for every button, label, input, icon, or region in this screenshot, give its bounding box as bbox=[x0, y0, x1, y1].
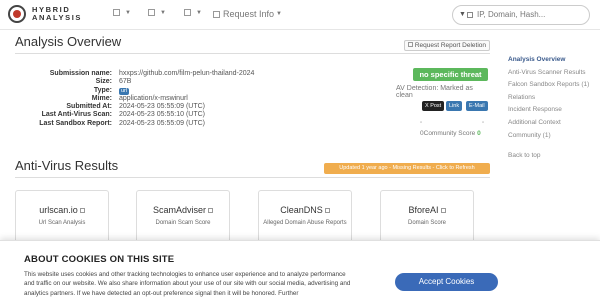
chevron-down-icon: ▼ bbox=[276, 11, 282, 17]
divider bbox=[15, 53, 490, 54]
detail-row: Submission name: hxxps://github.com/film… bbox=[49, 70, 255, 77]
sidebar-item-community[interactable]: Community (1) bbox=[508, 130, 600, 143]
share-x-button[interactable]: X Post bbox=[422, 101, 445, 111]
verdict-badge: no specific threat bbox=[413, 68, 488, 81]
info-icon bbox=[79, 208, 85, 214]
info-icon bbox=[208, 208, 213, 214]
refresh-results-button[interactable]: Updated 1 year ago - Missing Results - C… bbox=[324, 163, 490, 174]
menu-icon bbox=[113, 9, 120, 16]
downvote-icon[interactable]: ▫ bbox=[420, 120, 422, 126]
request-deletion-button[interactable]: Request Report Deletion bbox=[403, 40, 490, 51]
chevron-down-icon: ▼ bbox=[196, 9, 202, 16]
main-content: Analysis Overview Request Report Deletio… bbox=[15, 34, 490, 250]
divider bbox=[15, 177, 490, 178]
upvote-icon[interactable]: ▫ bbox=[482, 120, 484, 126]
av-detection-text: AV Detection: Marked as clean bbox=[396, 85, 473, 99]
nav-menu-1[interactable]: ▼ bbox=[113, 9, 131, 16]
accept-cookies-button[interactable]: Accept Cookies bbox=[395, 273, 498, 291]
detail-row: Last Sandbox Report: 2024-05-23 05:55:09… bbox=[39, 119, 205, 127]
request-info-icon bbox=[213, 10, 220, 18]
top-navbar: HYBRID ANALYSIS ▼ ▼ ▼ Request Info ▼ ▼ I… bbox=[0, 0, 600, 30]
sidebar-item-analysis-overview[interactable]: Analysis Overview bbox=[508, 54, 600, 67]
sidebar-item-relations[interactable]: Relations bbox=[508, 92, 600, 105]
chevron-down-icon[interactable]: ▼ bbox=[459, 6, 466, 24]
antivirus-results-title: Anti-Virus Results bbox=[15, 158, 119, 173]
cookie-text: This website uses cookies and other trac… bbox=[24, 271, 351, 297]
community-score-label: Community Score bbox=[423, 130, 476, 137]
nav-request-info-label: Request Info bbox=[223, 9, 275, 19]
sidebar-item-sandbox[interactable]: Falcon Sandbox Reports (1) bbox=[508, 79, 600, 92]
nav-menu-2[interactable]: ▼ bbox=[148, 9, 166, 16]
detail-row: Last Anti-Virus Scan: 2024-05-23 05:55:1… bbox=[41, 111, 205, 119]
community-score: 0Community Score 0 bbox=[420, 130, 481, 137]
detail-row: Mime: application/x-mswinurl bbox=[91, 94, 188, 102]
menu-icon bbox=[148, 9, 155, 16]
menu-icon bbox=[184, 9, 191, 16]
info-icon bbox=[440, 208, 446, 214]
community-score-count: 0 bbox=[477, 130, 481, 137]
detail-row: Type: url bbox=[93, 86, 130, 95]
sidebar-nav: Analysis Overview Anti-Virus Scanner Res… bbox=[508, 54, 600, 163]
cookie-banner: ABOUT COOKIES ON THIS SITE This website … bbox=[0, 240, 600, 300]
back-to-top-link[interactable]: Back to top bbox=[508, 150, 600, 163]
share-link-button[interactable]: Link bbox=[446, 101, 463, 111]
search-icon bbox=[467, 12, 473, 18]
trash-icon bbox=[407, 42, 413, 47]
sidebar-item-additional-context[interactable]: Additional Context bbox=[508, 117, 600, 130]
nav-request-info[interactable]: Request Info ▼ bbox=[213, 9, 282, 19]
share-email-button[interactable]: E-Mail bbox=[466, 101, 488, 111]
chevron-down-icon: ▼ bbox=[160, 9, 166, 16]
chevron-down-icon: ▼ bbox=[125, 9, 131, 16]
sidebar-item-antivirus[interactable]: Anti-Virus Scanner Results bbox=[508, 67, 600, 80]
hybrid-analysis-logo[interactable]: HYBRID ANALYSIS bbox=[8, 5, 82, 23]
info-icon bbox=[324, 208, 330, 214]
nav-menu-3[interactable]: ▼ bbox=[184, 9, 202, 16]
type-badge: url bbox=[119, 87, 130, 95]
logo-icon bbox=[8, 5, 26, 23]
cookie-title: ABOUT COOKIES ON THIS SITE bbox=[24, 254, 175, 265]
detail-row: Size: 67B bbox=[95, 78, 132, 86]
search-input[interactable]: ▼ IP, Domain, Hash... bbox=[452, 5, 590, 25]
detail-row: Submitted At: 2024-05-23 05:55:09 (UTC) bbox=[66, 103, 205, 111]
sidebar-item-incident-response[interactable]: Incident Response bbox=[508, 104, 600, 117]
search-placeholder: IP, Domain, Hash... bbox=[477, 10, 546, 19]
submission-details: Submission name: hxxps://github.com/film… bbox=[15, 70, 275, 128]
logo-line2: ANALYSIS bbox=[32, 13, 83, 22]
